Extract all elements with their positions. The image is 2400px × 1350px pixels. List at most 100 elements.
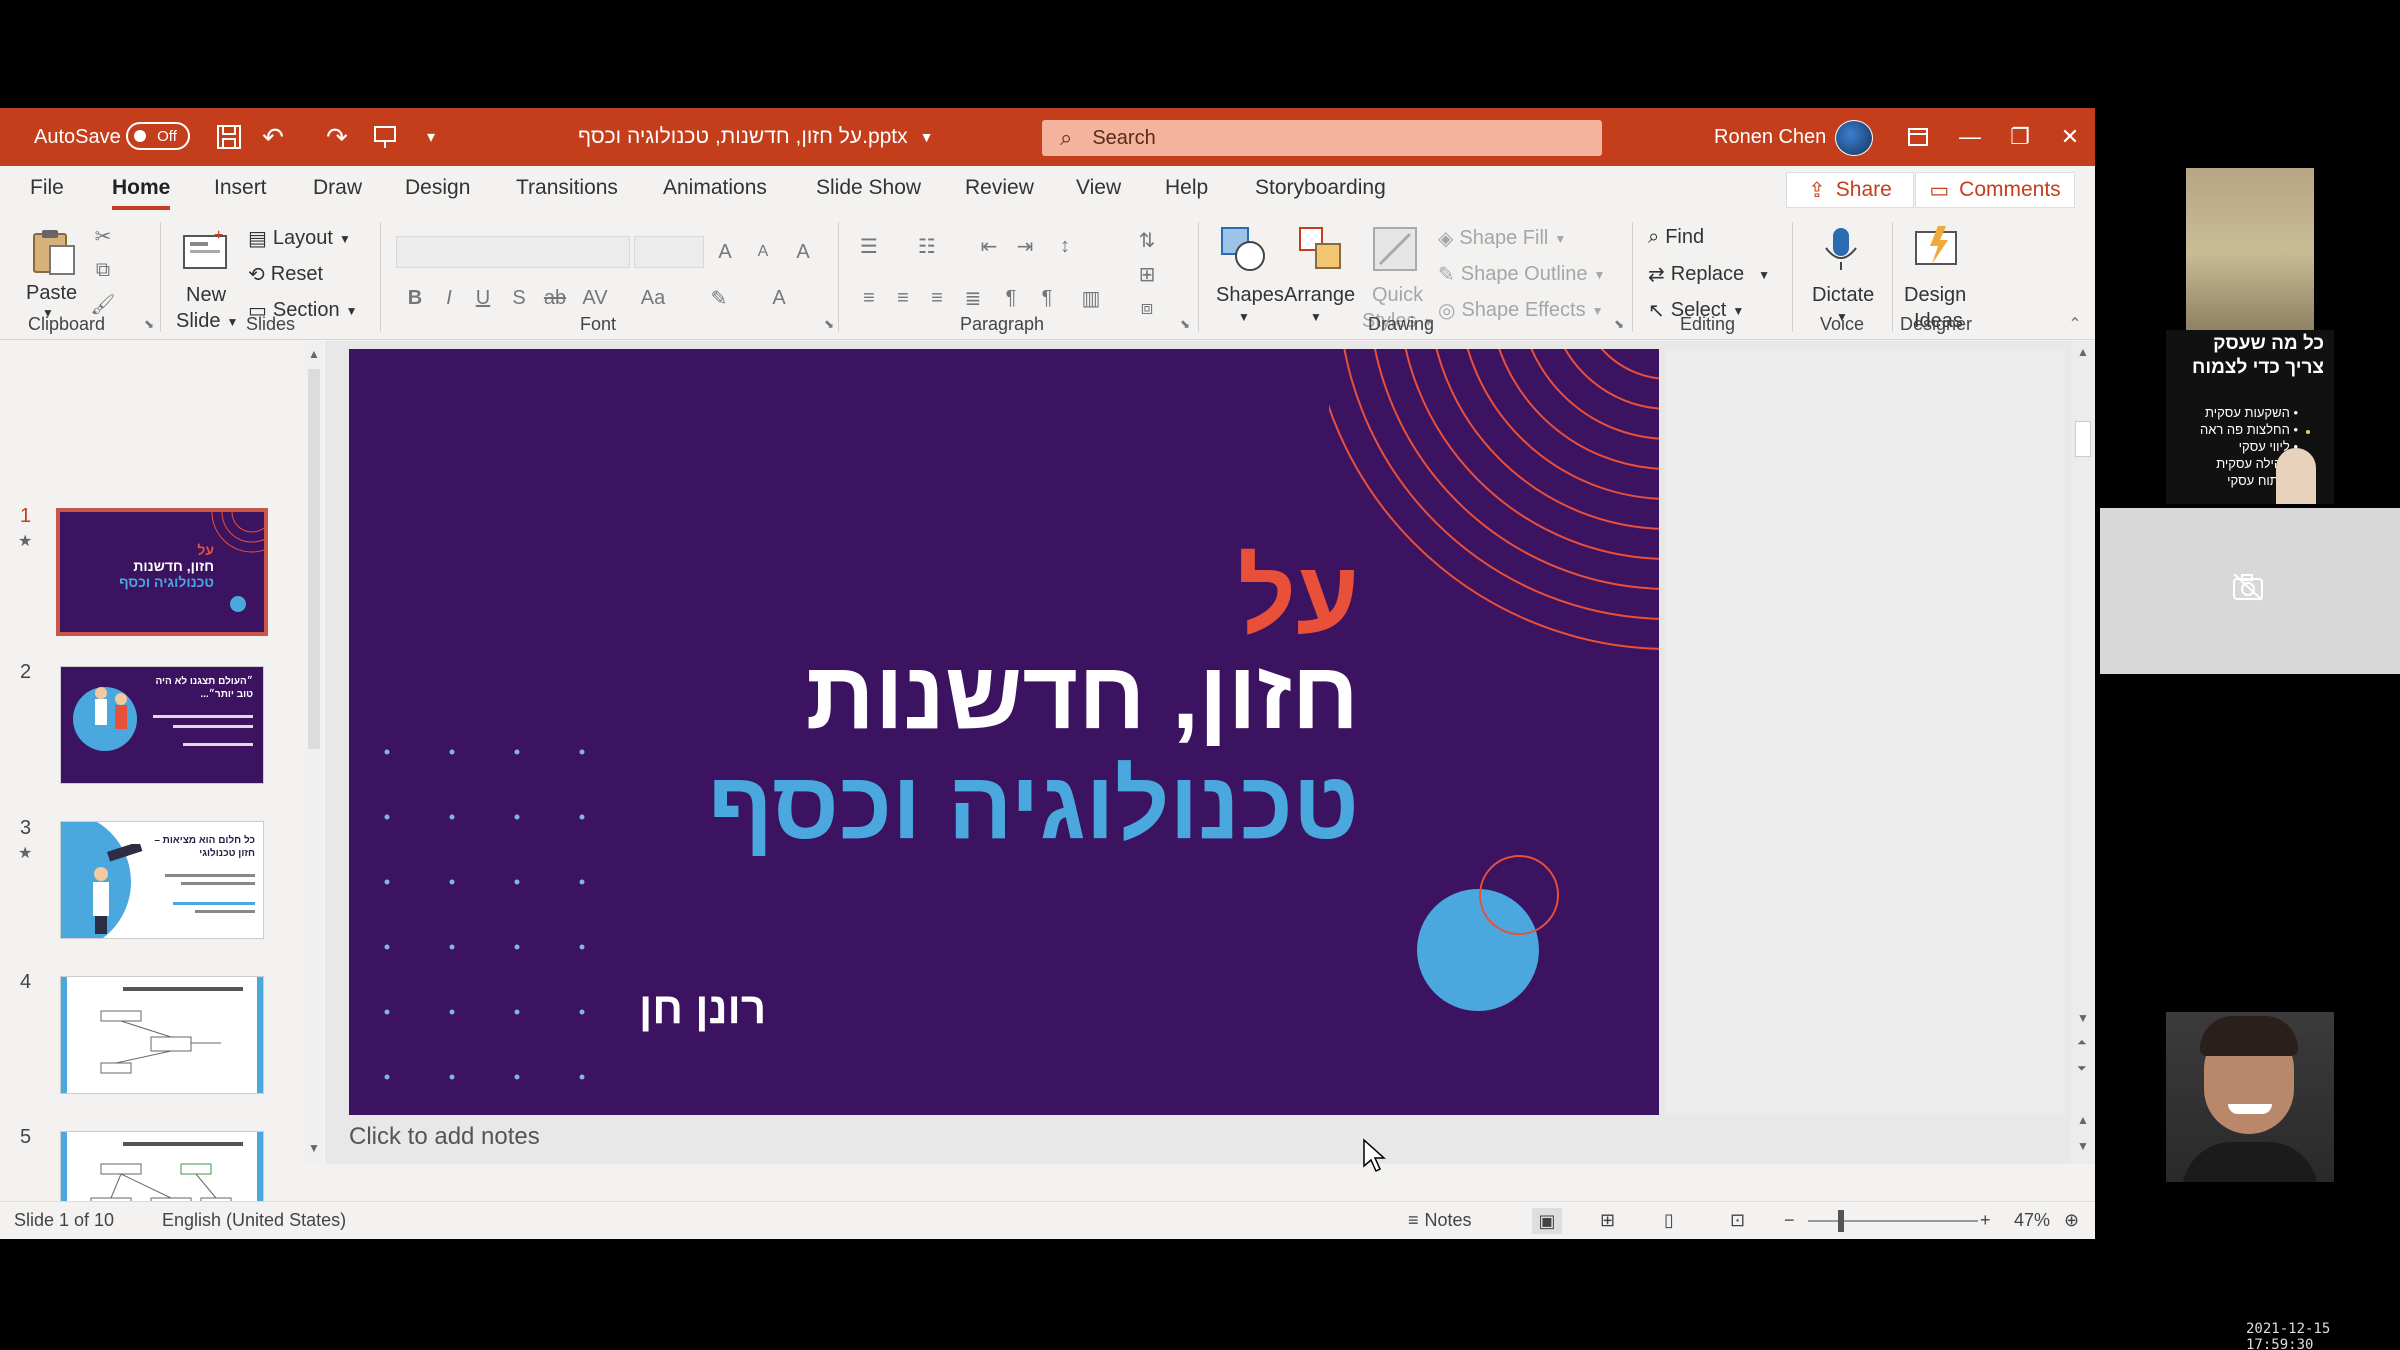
customize-toolbar-icon[interactable]: ▾ <box>414 108 448 166</box>
scroll-down-icon[interactable]: ▼ <box>308 1141 320 1155</box>
share-button[interactable]: ⇪ Share <box>1786 172 1914 208</box>
undo-icon[interactable]: ↶ <box>256 108 290 166</box>
dialog-launcher-icon[interactable]: ⬊ <box>1606 312 1632 336</box>
slide-thumbnail-2[interactable]: ״העולם תצגנו לא היה טוב יותר״... <box>60 666 264 784</box>
zoom-slider[interactable] <box>1808 1220 1978 1222</box>
tab-storyboarding[interactable]: Storyboarding <box>1255 176 1386 200</box>
tab-slide-show[interactable]: Slide Show <box>816 176 921 200</box>
clear-formatting-icon[interactable]: A <box>790 240 816 264</box>
new-slide-button[interactable]: Slide ▼ <box>176 310 238 333</box>
design-ideas-icon[interactable] <box>1912 224 1962 274</box>
zoom-level[interactable]: 47% <box>2014 1210 2050 1231</box>
font-name-box[interactable] <box>396 236 630 268</box>
thumbnail-scrollbar[interactable]: ▲ ▼ <box>305 341 323 1164</box>
bold-icon[interactable]: B <box>402 286 428 310</box>
tab-transitions[interactable]: Transitions <box>516 176 618 200</box>
align-right-icon[interactable]: ≡ <box>924 286 950 310</box>
copy-icon[interactable]: ⧉ <box>90 258 116 282</box>
paste-button[interactable]: Paste <box>26 282 77 305</box>
slide-sorter-icon[interactable]: ⊞ <box>1600 1210 1615 1231</box>
columns-icon[interactable]: ▥ <box>1078 286 1104 310</box>
slide-title-line-3[interactable]: טכנולוגיה וכסף <box>708 751 1359 861</box>
previous-slide-icon[interactable]: ⏶ <box>2077 1035 2087 1050</box>
notes-scroll-down-icon[interactable]: ▼ <box>2077 1139 2089 1153</box>
scroll-up-icon[interactable]: ▲ <box>2077 345 2089 359</box>
next-slide-icon[interactable]: ⏷ <box>2077 1061 2087 1076</box>
shapes-button[interactable]: Shapes <box>1216 284 1284 307</box>
slide-author[interactable]: רונן חן <box>639 984 766 1034</box>
tab-help[interactable]: Help <box>1165 176 1208 200</box>
tab-file[interactable]: File <box>30 176 64 200</box>
tab-home[interactable]: Home <box>112 176 171 210</box>
scroll-down-icon[interactable]: ▼ <box>2077 1011 2089 1025</box>
shadow-icon[interactable]: S <box>506 286 532 310</box>
paste-icon[interactable] <box>28 226 78 276</box>
autosave-toggle[interactable]: Off <box>126 122 190 150</box>
shape-fill-button[interactable]: ◈ Shape Fill ▼ <box>1438 226 1566 251</box>
highlight-icon[interactable]: ✎ <box>706 286 732 310</box>
slide-scrollbar[interactable]: ▲ ▼ ⏶ ⏷ ▲ ▼ <box>2071 341 2095 1164</box>
slide-title-line-2[interactable]: חזון, חדשנות <box>806 641 1359 751</box>
user-name[interactable]: Ronen Chen <box>1714 108 1826 166</box>
numbering-icon[interactable]: ☷ <box>914 234 940 258</box>
line-spacing-icon[interactable]: ↕ <box>1052 234 1078 258</box>
notes-placeholder[interactable]: Click to add notes <box>349 1123 540 1151</box>
strikethrough-icon[interactable]: ab <box>542 286 568 310</box>
shapes-icon[interactable] <box>1218 224 1268 274</box>
normal-view-icon[interactable]: ▣ <box>1532 1208 1562 1234</box>
chevron-down-icon[interactable]: ▼ <box>1310 310 1322 324</box>
change-case-icon[interactable]: Aa <box>640 286 666 310</box>
participant-video-speaker[interactable] <box>2166 1012 2334 1182</box>
slide-thumbnail-3[interactable]: כל חלום הוא מציאות – חזון טכנולוגי <box>60 821 264 939</box>
justify-icon[interactable]: ≣ <box>960 286 986 310</box>
collapse-ribbon-icon[interactable]: ⌃ <box>2062 312 2088 336</box>
notes-scroll-up-icon[interactable]: ▲ <box>2077 1113 2089 1127</box>
avatar[interactable] <box>1835 120 1873 156</box>
tab-draw[interactable]: Draw <box>313 176 362 200</box>
align-center-icon[interactable]: ≡ <box>890 286 916 310</box>
font-color-icon[interactable]: A <box>766 286 792 310</box>
arrange-button[interactable]: Arrange <box>1284 284 1355 307</box>
participant-video-off[interactable] <box>2100 508 2400 674</box>
fit-to-window-icon[interactable]: ⊕ <box>2064 1210 2079 1231</box>
increase-indent-icon[interactable]: ⇥ <box>1012 234 1038 258</box>
scrollbar-thumb[interactable] <box>2075 421 2091 457</box>
document-title[interactable]: על חזון, חדשנות, טכנולוגיה וכסף.pptx ▼ <box>578 108 934 166</box>
arrange-icon[interactable] <box>1296 224 1346 274</box>
tab-insert[interactable]: Insert <box>214 176 267 200</box>
cut-icon[interactable]: ✂ <box>90 224 116 248</box>
increase-font-icon[interactable]: A <box>712 240 738 264</box>
zoom-in-icon[interactable]: + <box>1980 1210 1991 1231</box>
scroll-up-icon[interactable]: ▲ <box>308 347 320 361</box>
underline-icon[interactable]: U <box>470 286 496 310</box>
save-icon[interactable] <box>212 108 246 166</box>
close-icon[interactable]: ✕ <box>2050 108 2090 166</box>
reset-button[interactable]: ⟲ Reset <box>248 262 323 287</box>
replace-button[interactable]: ⇄ Replace ▼ <box>1648 262 1770 287</box>
scrollbar-thumb[interactable] <box>308 369 320 749</box>
zoom-slider-handle[interactable] <box>1838 1210 1844 1232</box>
redo-icon[interactable]: ↷ <box>320 108 354 166</box>
align-text-icon[interactable]: ⊞ <box>1134 262 1160 286</box>
shape-outline-button[interactable]: ✎ Shape Outline ▼ <box>1438 262 1605 287</box>
find-button[interactable]: ⌕ Find <box>1648 226 1704 249</box>
language-indicator[interactable]: English (United States) <box>162 1210 346 1231</box>
minimize-icon[interactable]: — <box>1950 108 1990 166</box>
dictate-button[interactable]: Dictate <box>1812 284 1874 307</box>
format-painter-icon[interactable]: 🖌 <box>90 292 116 316</box>
reading-view-icon[interactable]: ▯ <box>1664 1210 1674 1231</box>
dialog-launcher-icon[interactable]: ⬊ <box>136 312 162 336</box>
zoom-out-icon[interactable]: − <box>1784 1210 1795 1231</box>
design-ideas-label-1[interactable]: Design <box>1904 284 1966 307</box>
tab-review[interactable]: Review <box>965 176 1034 200</box>
slide-thumbnail-4[interactable] <box>60 976 264 1094</box>
decrease-font-icon[interactable]: A <box>750 240 776 264</box>
quick-styles-icon[interactable] <box>1370 224 1420 274</box>
bullets-icon[interactable]: ☰ <box>856 234 882 258</box>
rtl-icon[interactable]: ¶ <box>998 286 1024 310</box>
slideshow-view-icon[interactable]: ⊡ <box>1730 1210 1745 1231</box>
participant-video-1[interactable] <box>2186 168 2314 336</box>
restore-icon[interactable]: ❐ <box>2000 108 2040 166</box>
character-spacing-icon[interactable]: AV <box>582 286 608 310</box>
new-slide-label-1[interactable]: New <box>186 284 226 307</box>
